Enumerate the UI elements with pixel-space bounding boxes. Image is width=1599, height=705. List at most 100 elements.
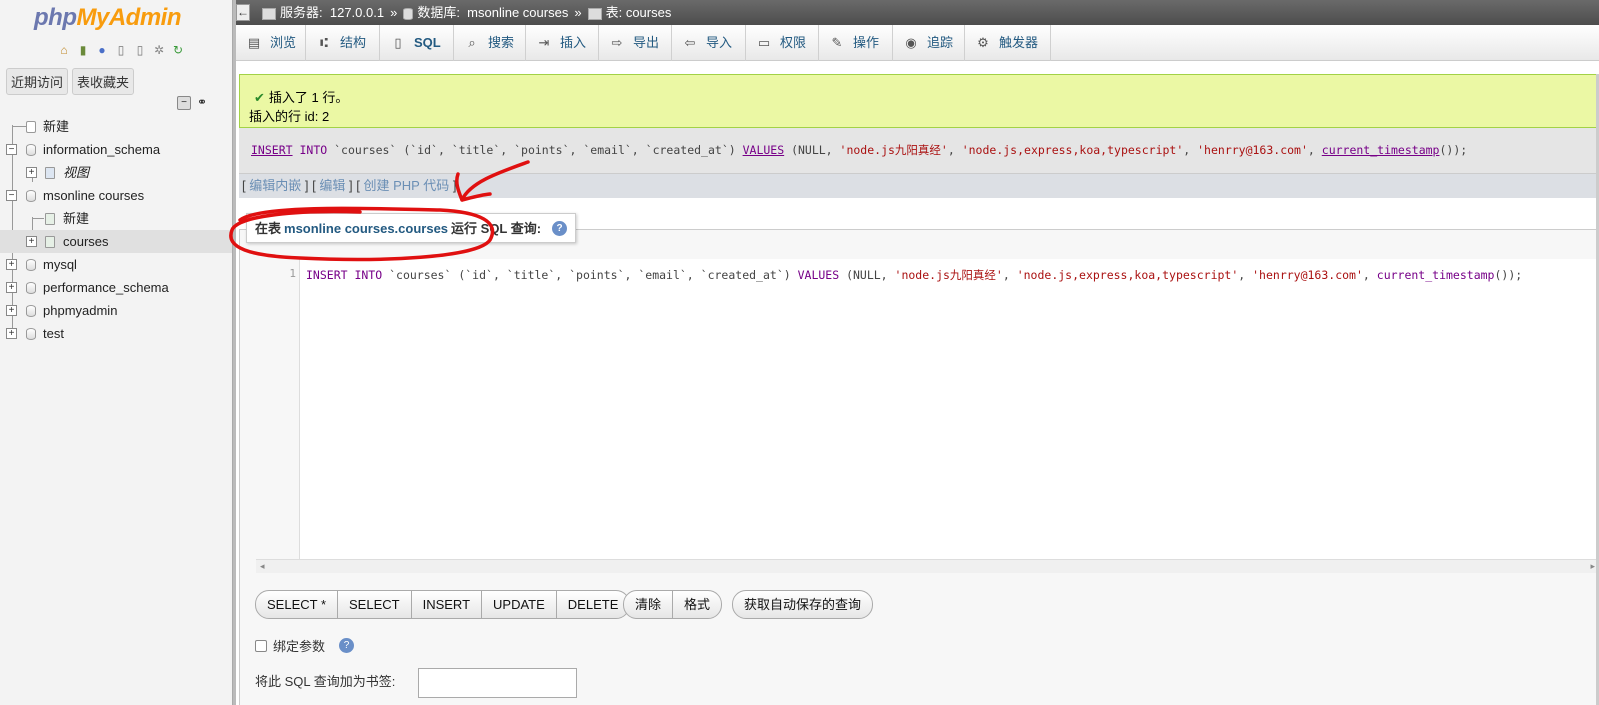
tab-operations[interactable]: ✎ 操作 [819, 25, 893, 61]
exit-icon[interactable]: ▮ [75, 42, 91, 58]
database-icon [26, 328, 36, 340]
editor-tool-buttons: 清除 格式 [623, 590, 723, 619]
sql-token: ()); [1439, 143, 1468, 157]
help-icon[interactable]: ● [94, 42, 110, 58]
breadcrumb-database[interactable]: 数据库: msonline courses [403, 0, 568, 25]
sql-token: , [1183, 143, 1198, 157]
sql-token[interactable]: VALUES [743, 143, 785, 157]
expand-icon[interactable]: + [6, 328, 17, 339]
sql-token: , [1307, 143, 1322, 157]
legend-prefix: 在表 [255, 220, 282, 236]
update-button[interactable]: UPDATE [482, 591, 557, 618]
sql-token: (NULL, [839, 268, 895, 282]
bind-parameters-checkbox[interactable] [255, 639, 267, 652]
expand-icon[interactable]: + [26, 167, 37, 178]
breadcrumb-separator: » [390, 5, 398, 20]
collapse-all-icon[interactable]: − [177, 96, 191, 110]
back-arrow-icon[interactable]: ← [236, 4, 250, 21]
tab-browse[interactable]: ▤ 浏览 [236, 25, 306, 61]
editor-gutter [256, 259, 300, 559]
breadcrumb-server[interactable]: 服务器: 127.0.0.1 [262, 0, 384, 25]
recent-tab[interactable]: 近期访问 [6, 68, 69, 95]
help-icon[interactable]: ? [339, 638, 355, 653]
tab-label: 浏览 [270, 35, 297, 50]
sql-token[interactable]: current_timestamp [1322, 143, 1440, 157]
tab-sql[interactable]: ▯ SQL [380, 25, 454, 61]
clear-button[interactable]: 清除 [624, 591, 674, 618]
sql-token: (NULL, [784, 143, 840, 157]
panel-splitter[interactable] [233, 0, 236, 705]
copy-icon[interactable]: ▯ [132, 42, 148, 58]
legend-table-name[interactable]: msonline courses.courses [284, 214, 448, 243]
breadcrumb-separator: » [574, 5, 582, 20]
bracket: ] [ [304, 178, 316, 193]
favorites-tab[interactable]: 表收藏夹 [72, 68, 135, 95]
navigation-panel: phpMyAdmin ⌂ ▮ ● ▯ ▯ ✲ ↻ 近期访问 表收藏夹 − ⚭ 新… [0, 0, 236, 705]
table-label: 表: [605, 5, 623, 20]
expand-icon[interactable]: + [6, 305, 17, 316]
tab-import[interactable]: ⇦ 导入 [672, 25, 746, 61]
edit-link[interactable]: 编辑 [319, 178, 345, 193]
sql-editor[interactable]: 1 INSERT INTO `courses` (`id`, `title`, … [256, 259, 1599, 559]
sql-token: VALUES [797, 268, 840, 282]
expand-icon[interactable]: + [6, 282, 17, 293]
expand-icon[interactable]: + [6, 259, 17, 270]
insert-button[interactable]: INSERT [412, 591, 483, 618]
database-icon [403, 7, 414, 20]
tab-privileges[interactable]: ▭ 权限 [746, 25, 819, 61]
autosave-group: 获取自动保存的查询 [732, 590, 874, 619]
editor-horizontal-scrollbar[interactable]: ◂ ▸ [256, 559, 1599, 573]
breadcrumb-table[interactable]: 表: courses [587, 0, 671, 25]
tree-item-msonline-courses[interactable]: − msonline courses [0, 184, 232, 207]
tree-item-performance-schema[interactable]: + performance_schema [0, 276, 232, 299]
bracket: [ [242, 178, 246, 193]
triggers-icon: ⚙ [977, 35, 989, 50]
editor-code[interactable]: INSERT INTO `courses` (`id`, `title`, `p… [306, 267, 1522, 283]
docs-icon[interactable]: ▯ [113, 42, 129, 58]
privileges-icon: ▭ [757, 35, 771, 50]
help-icon[interactable]: ? [552, 220, 568, 236]
export-icon: ⇨ [611, 35, 623, 50]
link-icon[interactable]: ⚭ [195, 96, 209, 110]
sql-token[interactable]: INSERT [251, 143, 293, 157]
get-autosaved-query-button[interactable]: 获取自动保存的查询 [733, 591, 872, 618]
tab-triggers[interactable]: ⚙ 触发器 [965, 25, 1051, 61]
select-button[interactable]: SELECT [338, 591, 412, 618]
create-php-link[interactable]: 创建 PHP 代码 [363, 178, 449, 193]
bookmark-input[interactable] [418, 668, 577, 698]
sql-token: 'node.js,express,koa,typescript' [1016, 268, 1239, 282]
bracket: ] [ [349, 178, 360, 193]
home-icon[interactable]: ⌂ [56, 42, 72, 58]
tree-item-new-table[interactable]: 新建 [0, 207, 232, 230]
settings-icon[interactable]: ✲ [151, 42, 167, 58]
delete-button[interactable]: DELETE [557, 591, 630, 618]
tree-label: performance_schema [43, 280, 169, 295]
format-button[interactable]: 格式 [673, 591, 721, 618]
edit-inline-link[interactable]: 编辑内嵌 [249, 178, 301, 193]
select-star-button[interactable]: SELECT * [256, 591, 339, 618]
bind-parameters-label[interactable]: 绑定参数 [273, 636, 325, 655]
tab-export[interactable]: ⇨ 导出 [599, 25, 672, 61]
tree-item-courses[interactable]: + courses [0, 230, 232, 253]
collapse-icon[interactable]: − [6, 144, 17, 155]
expand-icon[interactable]: + [26, 236, 37, 247]
logo-php-text: php [34, 4, 77, 31]
tree-item-test[interactable]: + test [0, 322, 232, 345]
tree-item-information-schema[interactable]: − information_schema [0, 138, 232, 161]
phpmyadmin-logo[interactable]: phpMyAdmin [34, 4, 181, 32]
sql-token: 'node.js九阳真经' [839, 143, 948, 157]
tree-item-views[interactable]: + 视图 [0, 161, 232, 184]
collapse-icon[interactable]: − [6, 190, 17, 201]
tree-item-new[interactable]: 新建 [0, 115, 232, 138]
tab-tracking[interactable]: ◉ 追踪 [893, 25, 965, 61]
tab-search[interactable]: ⌕ 搜索 [454, 25, 526, 61]
reload-icon[interactable]: ↻ [170, 42, 186, 58]
tree-item-phpmyadmin[interactable]: + phpmyadmin [0, 299, 232, 322]
tab-structure[interactable]: ⑆ 结构 [306, 25, 380, 61]
sql-token: INSERT INTO [306, 268, 390, 282]
scroll-left-icon[interactable]: ◂ [260, 561, 265, 572]
tab-insert[interactable]: ⇥ 插入 [526, 25, 599, 61]
executed-sql-code[interactable]: INSERT INTO `courses` (`id`, `title`, `p… [251, 142, 1467, 158]
scroll-right-icon[interactable]: ▸ [1590, 561, 1595, 572]
tree-item-mysql[interactable]: + mysql [0, 253, 232, 276]
